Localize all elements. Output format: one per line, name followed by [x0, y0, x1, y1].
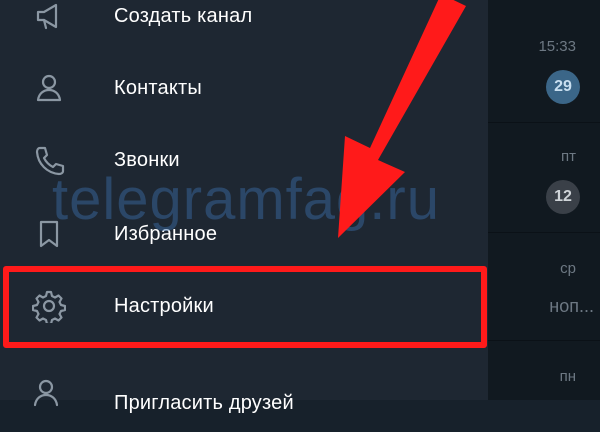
annotation-arrow — [338, 0, 466, 238]
arrow-shape — [338, 0, 466, 238]
